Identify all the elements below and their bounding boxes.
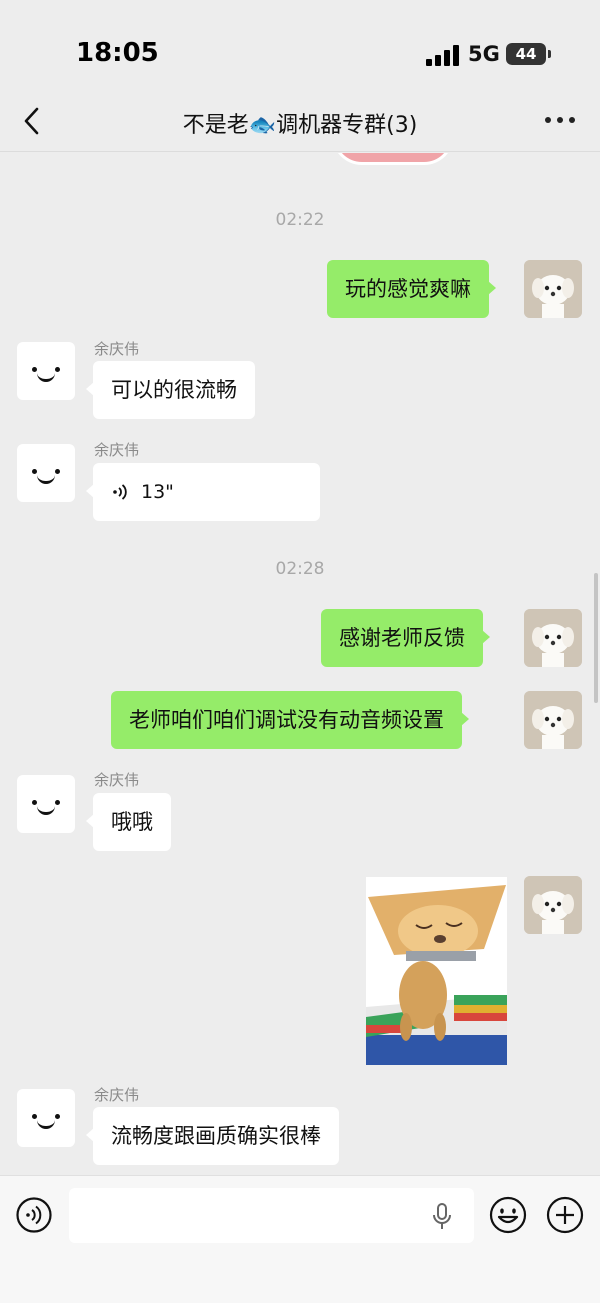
contact-avatar[interactable] xyxy=(17,1089,75,1147)
plus-icon xyxy=(546,1196,584,1234)
input-bar xyxy=(0,1175,600,1303)
microphone-button[interactable] xyxy=(431,1202,453,1232)
sticker-partial xyxy=(332,153,454,165)
battery-icon: 44 xyxy=(506,43,546,65)
voice-message-bubble[interactable]: 13" xyxy=(86,463,320,521)
signal-icon xyxy=(426,44,460,66)
dog-avatar-icon xyxy=(524,260,582,318)
message-bubble-outgoing[interactable]: 老师咱们咱们调试没有动音频设置 xyxy=(111,691,469,749)
contact-avatar[interactable] xyxy=(17,444,75,502)
voice-toggle-button[interactable] xyxy=(16,1197,52,1233)
dog-avatar-icon xyxy=(524,876,582,934)
battery-level: 44 xyxy=(515,45,537,63)
cat-sticker-graphic xyxy=(366,877,507,1065)
message-list[interactable]: 02:22 玩的感觉爽嘛 余庆伟 可以的很流畅 余庆伟 13" 02:28 感谢… xyxy=(0,153,600,1175)
voice-toggle-icon xyxy=(16,1197,52,1233)
my-avatar[interactable] xyxy=(524,260,582,318)
sender-name: 余庆伟 xyxy=(94,1086,140,1104)
dog-avatar-icon xyxy=(524,691,582,749)
more-actions-button[interactable] xyxy=(546,1196,584,1234)
sender-name: 余庆伟 xyxy=(94,340,140,358)
message-bubble-incoming[interactable]: 可以的很流畅 xyxy=(86,361,255,419)
message-bubble-outgoing[interactable]: 玩的感觉爽嘛 xyxy=(327,260,496,318)
status-bar: 18:05 5G 44 xyxy=(0,0,600,90)
battery-tip xyxy=(548,50,551,58)
scrollbar[interactable] xyxy=(594,573,598,703)
contact-avatar[interactable] xyxy=(17,775,75,833)
more-button[interactable] xyxy=(545,117,577,127)
voice-duration: 13" xyxy=(141,481,174,503)
microphone-icon xyxy=(433,1203,451,1229)
my-avatar[interactable] xyxy=(524,876,582,934)
network-label: 5G xyxy=(468,42,500,66)
my-avatar[interactable] xyxy=(524,609,582,667)
message-bubble-incoming[interactable]: 哦哦 xyxy=(86,793,171,851)
status-time: 18:05 xyxy=(76,38,159,68)
contact-avatar[interactable] xyxy=(17,342,75,400)
timestamp: 02:22 xyxy=(275,210,325,230)
emoji-button[interactable] xyxy=(489,1196,527,1234)
message-input[interactable] xyxy=(69,1188,474,1243)
message-bubble-outgoing[interactable]: 感谢老师反馈 xyxy=(321,609,490,667)
message-bubble-incoming[interactable]: 流畅度跟画质确实很棒 xyxy=(86,1107,339,1165)
timestamp: 02:28 xyxy=(275,559,325,579)
sender-name: 余庆伟 xyxy=(94,771,140,789)
dog-avatar-icon xyxy=(524,609,582,667)
voice-wave-icon xyxy=(113,484,127,500)
sender-name: 余庆伟 xyxy=(94,441,140,459)
emoji-icon xyxy=(489,1196,527,1234)
cat-sticker-image[interactable] xyxy=(366,877,507,1065)
chat-header: 不是老🐟调机器专群(3) xyxy=(0,90,600,152)
my-avatar[interactable] xyxy=(524,691,582,749)
chat-title: 不是老🐟调机器专群(3) xyxy=(182,113,418,138)
